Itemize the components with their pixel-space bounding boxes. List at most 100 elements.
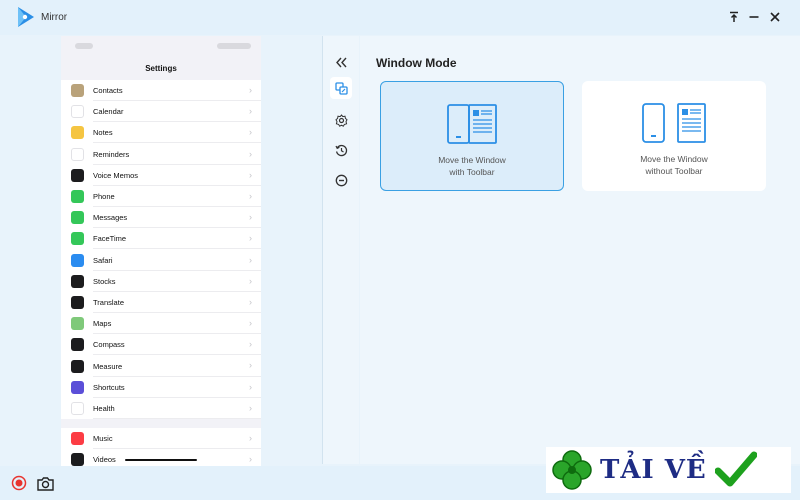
settings-row[interactable]: Notes ›: [61, 122, 261, 144]
calendar-icon: [71, 105, 84, 119]
title-bar: Mirror: [0, 0, 800, 35]
settings-row[interactable]: Shortcuts ›: [61, 377, 261, 398]
settings-row-label: Music: [93, 428, 261, 450]
close-button[interactable]: [766, 8, 784, 26]
settings-row[interactable]: Measure ›: [61, 355, 261, 377]
app-title: Mirror: [41, 12, 68, 23]
option-without-toolbar-label: Move the Window without Toolbar: [640, 154, 708, 176]
phone-mirror-screen[interactable]: Settings Contacts › Calendar › Notes › Reminde…: [61, 36, 261, 466]
contacts-icon: [71, 84, 84, 98]
settings-row[interactable]: Reminders ›: [61, 144, 261, 165]
settings-row[interactable]: Stocks ›: [61, 271, 261, 292]
settings-row-label: Stocks: [93, 271, 261, 292]
collapse-button[interactable]: [330, 51, 352, 73]
window-without-toolbar-icon: [582, 103, 766, 143]
settings-row-label: Measure: [93, 356, 261, 377]
settings-row[interactable]: Contacts ›: [61, 80, 261, 102]
settings-row-label: Videos: [93, 449, 261, 466]
settings-row[interactable]: Safari ›: [61, 250, 261, 271]
more-icon: [335, 174, 347, 186]
settings-row-label: FaceTime: [93, 228, 261, 250]
compass-icon: [71, 338, 84, 352]
window-mode-icon: [334, 81, 348, 95]
chevron-right-icon: ›: [249, 381, 252, 392]
chevron-right-icon: ›: [249, 360, 252, 371]
voice-memos-icon: [71, 168, 84, 182]
more-button[interactable]: [330, 169, 352, 191]
collapse-icon: [335, 57, 347, 67]
record-button[interactable]: [10, 474, 28, 492]
notes-icon: [71, 126, 84, 140]
settings-row[interactable]: Translate ›: [61, 292, 261, 313]
settings-button[interactable]: [330, 109, 352, 131]
settings-row[interactable]: Messages ›: [61, 207, 261, 229]
settings-row[interactable]: Calendar ›: [61, 101, 261, 123]
home-indicator: [125, 459, 197, 461]
minimize-button[interactable]: [745, 8, 763, 26]
checkmark-icon: [714, 451, 757, 487]
minimize-icon: [749, 16, 759, 18]
chevron-right-icon: ›: [249, 254, 252, 265]
chevron-right-icon: ›: [249, 169, 252, 180]
shortcuts-icon: [71, 380, 84, 394]
watermark-badge: TẢI VỀ: [546, 447, 791, 493]
settings-row[interactable]: Health ›: [61, 398, 261, 419]
chevron-right-icon: ›: [249, 454, 252, 465]
window-mode-panel: Window Mode Move the Window with Toolbar: [360, 36, 800, 464]
health-icon: [71, 401, 84, 415]
chevron-right-icon: ›: [249, 339, 252, 350]
settings-row[interactable]: Music ›: [61, 428, 261, 450]
history-button[interactable]: [330, 139, 352, 161]
chevron-right-icon: ›: [249, 212, 252, 223]
chevron-right-icon: ›: [249, 433, 252, 443]
settings-row-label: Health: [93, 398, 261, 419]
chevron-right-icon: ›: [249, 233, 252, 244]
app-logo-icon: [16, 6, 36, 28]
settings-row-label: Compass: [93, 334, 261, 356]
option-without-toolbar[interactable]: Move the Window without Toolbar: [582, 81, 766, 191]
phone-page-title: Settings: [145, 64, 177, 73]
option-with-toolbar[interactable]: Move the Window with Toolbar: [380, 81, 564, 191]
settings-icon: [334, 113, 348, 127]
record-icon: [11, 475, 27, 491]
chevron-right-icon: ›: [249, 85, 252, 95]
chevron-right-icon: ›: [249, 275, 252, 286]
pin-button[interactable]: [725, 8, 743, 26]
settings-row[interactable]: Phone ›: [61, 186, 261, 208]
window-with-toolbar-icon: [381, 104, 563, 144]
watermark-text: TẢI VỀ: [600, 455, 707, 485]
side-toolbar: [323, 36, 359, 464]
chevron-right-icon: ›: [249, 402, 252, 413]
translate-icon: [71, 295, 84, 309]
tv-icon: [71, 453, 84, 466]
settings-row-label: Safari: [93, 250, 261, 271]
measure-icon: [71, 359, 84, 373]
settings-row[interactable]: Videos ›: [61, 449, 261, 466]
phone-status-bar: [61, 36, 261, 58]
status-time: [75, 43, 93, 49]
settings-row-label: Calendar: [93, 101, 261, 123]
settings-row-label: Translate: [93, 292, 261, 313]
settings-row-label: Notes: [93, 122, 261, 144]
screenshot-button[interactable]: [36, 474, 54, 492]
settings-row[interactable]: Maps ›: [61, 313, 261, 335]
phone-icon: [71, 190, 84, 204]
screenshot-icon: [36, 476, 54, 491]
safari-icon: [71, 253, 84, 267]
settings-row[interactable]: FaceTime ›: [61, 228, 261, 250]
settings-row[interactable]: Voice Memos ›: [61, 165, 261, 186]
settings-row[interactable]: Compass ›: [61, 334, 261, 356]
music-icon: [71, 432, 84, 446]
settings-row-label: Voice Memos: [93, 165, 261, 186]
pin-icon: [730, 11, 738, 22]
history-icon: [334, 144, 347, 156]
status-indicators: [217, 43, 251, 49]
stocks-icon: [71, 274, 84, 288]
facetime-icon: [71, 232, 84, 246]
clover-logo-icon: [552, 450, 592, 490]
chevron-right-icon: ›: [249, 318, 252, 329]
option-with-toolbar-label: Move the Window with Toolbar: [438, 155, 506, 177]
window-mode-button[interactable]: [330, 77, 352, 99]
settings-row-label: Reminders: [93, 144, 261, 165]
reminders-icon: [71, 147, 84, 161]
